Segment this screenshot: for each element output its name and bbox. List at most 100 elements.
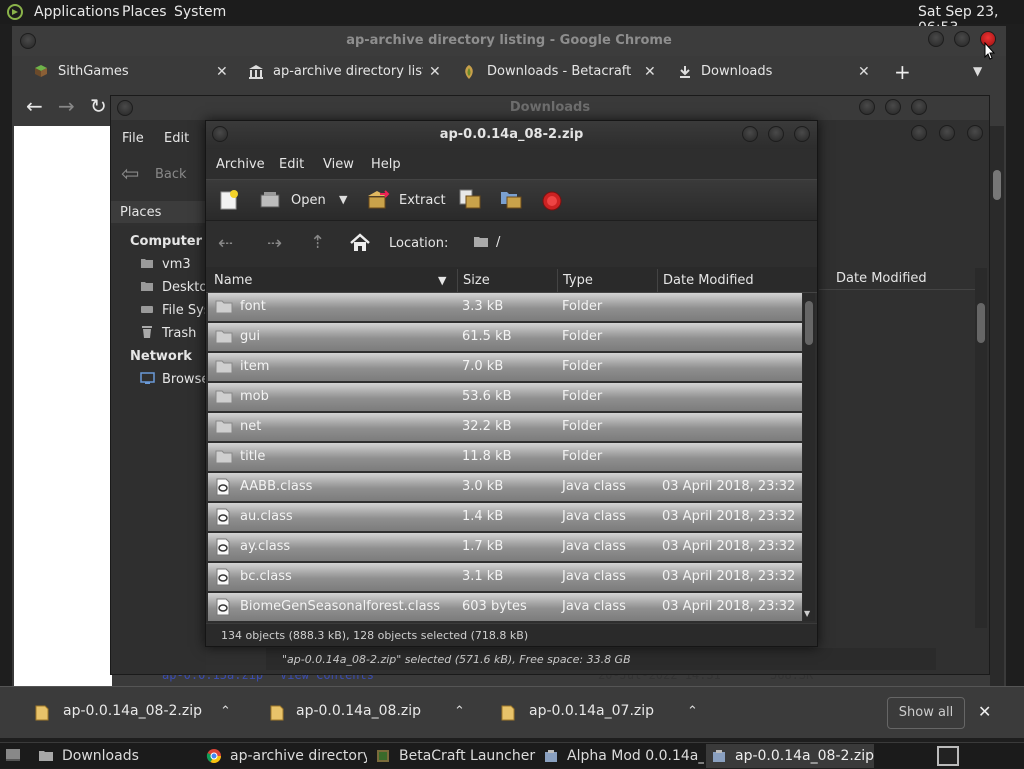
list-item[interactable]: item 7.0 kB Folder [208,353,802,381]
reload-icon[interactable]: ↻ [90,94,107,118]
listing-link[interactable]: ap-0.0.15a.zip [162,674,263,682]
up-arrow-icon[interactable]: ⇡ [310,232,325,253]
list-item[interactable]: title 11.8 kB Folder [208,443,802,471]
view-menu[interactable]: View [323,157,354,172]
add-folder-icon[interactable] [499,188,523,210]
list-item[interactable]: font 3.3 kB Folder [208,293,802,321]
taskbar-item-chrome[interactable]: ap-archive directory... [230,743,367,769]
tab-search-chevron-icon[interactable]: ▼ [973,64,982,78]
download-item-2[interactable]: ap-0.0.14a_08.zip [296,703,421,719]
open-archive-icon[interactable] [259,190,281,210]
listing-date: 20-Jul-2022 14:31 [598,674,721,682]
archive-scrollbar[interactable]: ▼ [803,293,815,621]
tab-close-icon[interactable]: ✕ [216,58,228,86]
edit-menu[interactable]: Edit [279,157,304,172]
download-options-chevron-icon[interactable]: ⌃ [220,704,231,719]
minimize-button[interactable] [911,125,927,141]
file-list-scrollbar[interactable] [975,268,987,628]
home-icon[interactable] [349,233,371,253]
sidebar-item-browse-network[interactable]: Browse [162,372,209,387]
taskbar-item-active[interactable]: ap-0.0.14a_08-2.zip [706,744,874,768]
new-archive-icon[interactable] [218,189,240,211]
maximize-button[interactable] [768,126,784,142]
add-files-icon[interactable] [458,188,482,210]
help-menu[interactable]: Help [371,157,401,172]
back-arrow-icon[interactable]: ⇠ [218,233,233,254]
tab-close-icon[interactable]: ✕ [858,58,870,86]
archive-menu[interactable]: Archive [216,157,265,172]
column-header-size[interactable]: Size [458,269,558,293]
folder-icon [215,359,233,374]
distro-logo-icon[interactable] [6,3,24,21]
location-field[interactable]: / [464,229,814,257]
tab-sithgames[interactable]: SithGames [58,58,218,86]
tab-close-icon[interactable]: ✕ [429,58,441,86]
column-header-date-modified[interactable]: Date Modified [819,268,977,290]
new-tab-icon[interactable]: + [894,60,911,84]
maximize-button[interactable] [885,99,901,115]
list-item[interactable]: net 32.2 kB Folder [208,413,802,441]
workspace-switcher[interactable] [937,746,959,766]
download-options-chevron-icon[interactable]: ⌃ [687,704,698,719]
back-arrow-icon[interactable]: ← [26,94,43,118]
window-menu-button[interactable] [20,33,36,49]
listing-view-link[interactable]: View Contents [280,674,374,682]
download-item-1[interactable]: ap-0.0.14a_08-2.zip [63,703,202,719]
maximize-button[interactable] [939,125,955,141]
list-item[interactable]: mob 53.6 kB Folder [208,383,802,411]
download-item-3[interactable]: ap-0.0.14a_07.zip [529,703,654,719]
list-item[interactable]: au.class 1.4 kB Java class 03 April 2018, 2… [208,503,802,531]
sidebar-header[interactable]: Places [111,201,206,223]
tab-ap-archive[interactable]: ap-archive directory listing [273,58,423,86]
maximize-button[interactable] [954,31,970,47]
column-header-type[interactable]: Type [558,269,658,293]
tab-downloads[interactable]: Downloads [701,58,851,86]
extract-icon[interactable] [366,190,390,210]
close-button[interactable] [967,125,983,141]
list-item[interactable]: bc.class 3.1 kB Java class 03 April 2018, 2… [208,563,802,591]
taskbar-item-betacraft[interactable]: BetaCraft Launcher ... [399,743,536,769]
column-header-date-modified[interactable]: Date Modified [658,269,804,293]
forward-arrow-icon[interactable]: ⇢ [267,233,282,254]
taskbar-item-alpha-mod[interactable]: Alpha Mod 0.0.14a_... [567,743,704,769]
folder-icon [215,299,233,314]
back-button[interactable]: Back [155,167,187,182]
places-menu[interactable]: Places [122,4,167,20]
sidebar-item-trash[interactable]: Trash [162,326,196,341]
close-button[interactable] [794,126,810,142]
system-menu[interactable]: System [174,4,226,20]
tab-downloads-betacraft[interactable]: Downloads - Betacraft [487,58,637,86]
minimize-button[interactable] [742,126,758,142]
download-options-chevron-icon[interactable]: ⌃ [454,704,465,719]
file-menu[interactable]: File [122,131,144,146]
window-menu-button[interactable] [212,126,228,142]
close-button[interactable] [911,99,927,115]
window-menu-button[interactable] [117,100,133,116]
open-button[interactable]: Open [291,193,326,208]
minimize-button[interactable] [928,31,944,47]
column-header-name[interactable]: Name ▼ [208,269,458,293]
show-desktop-icon[interactable] [5,748,21,762]
forward-arrow-icon[interactable]: → [58,94,75,118]
sidebar-item-vm3[interactable]: vm3 [162,257,191,272]
close-downloads-bar-icon[interactable]: ✕ [978,702,991,721]
list-item[interactable]: gui 61.5 kB Folder [208,323,802,351]
minimize-button[interactable] [859,99,875,115]
edit-menu[interactable]: Edit [164,131,189,146]
page-scrollbar[interactable] [990,126,1004,686]
list-item[interactable]: BiomeGenSeasonalforest.class 603 bytes Jav… [208,593,802,621]
taskbar-item-downloads[interactable]: Downloads [62,743,197,769]
scroll-down-arrow-icon[interactable]: ▼ [804,609,810,618]
applications-menu[interactable]: Applications [34,4,120,20]
open-dropdown-chevron-icon[interactable]: ▼ [339,193,347,206]
java-file-icon [215,568,231,586]
show-all-button[interactable]: Show all [887,697,965,729]
sidebar-item-filesystem[interactable]: File Sys [162,303,211,318]
list-item[interactable]: ay.class 1.7 kB Java class 03 April 2018, 2… [208,533,802,561]
tab-close-icon[interactable]: ✕ [644,58,656,86]
sidebar-item-desktop[interactable]: Deskto [162,280,207,295]
extract-button[interactable]: Extract [399,193,446,208]
list-item[interactable]: AABB.class 3.0 kB Java class 03 April 2018,… [208,473,802,501]
stop-icon[interactable] [542,191,562,211]
zip-file-icon [35,705,49,721]
